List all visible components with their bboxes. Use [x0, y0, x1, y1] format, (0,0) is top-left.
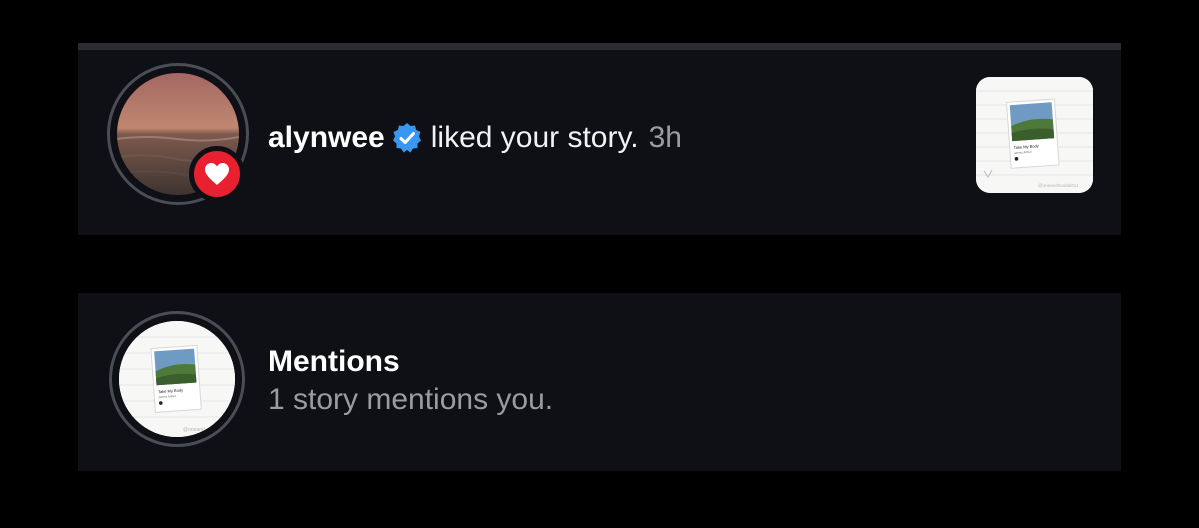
username-link[interactable]: alynwee — [268, 118, 385, 158]
notification-text: alynwee liked your story. 3h — [268, 118, 682, 158]
timestamp: 3h — [648, 121, 682, 154]
action-text: liked your story. — [430, 121, 639, 154]
thumb-watermark: @oneandtroubleDct — [1038, 183, 1079, 188]
mentions-title: Mentions — [268, 345, 400, 378]
mentions-subtitle: 1 story mentions you. — [268, 383, 554, 416]
separator-bar — [78, 43, 1121, 50]
mentions-story-avatar[interactable]: Take My Body James Arthur @oneand — [119, 321, 235, 437]
verified-badge-icon — [391, 122, 423, 154]
heart-icon — [189, 146, 245, 202]
story-thumbnail[interactable]: Take My Body James Arthur @oneandtrouble… — [976, 77, 1093, 193]
